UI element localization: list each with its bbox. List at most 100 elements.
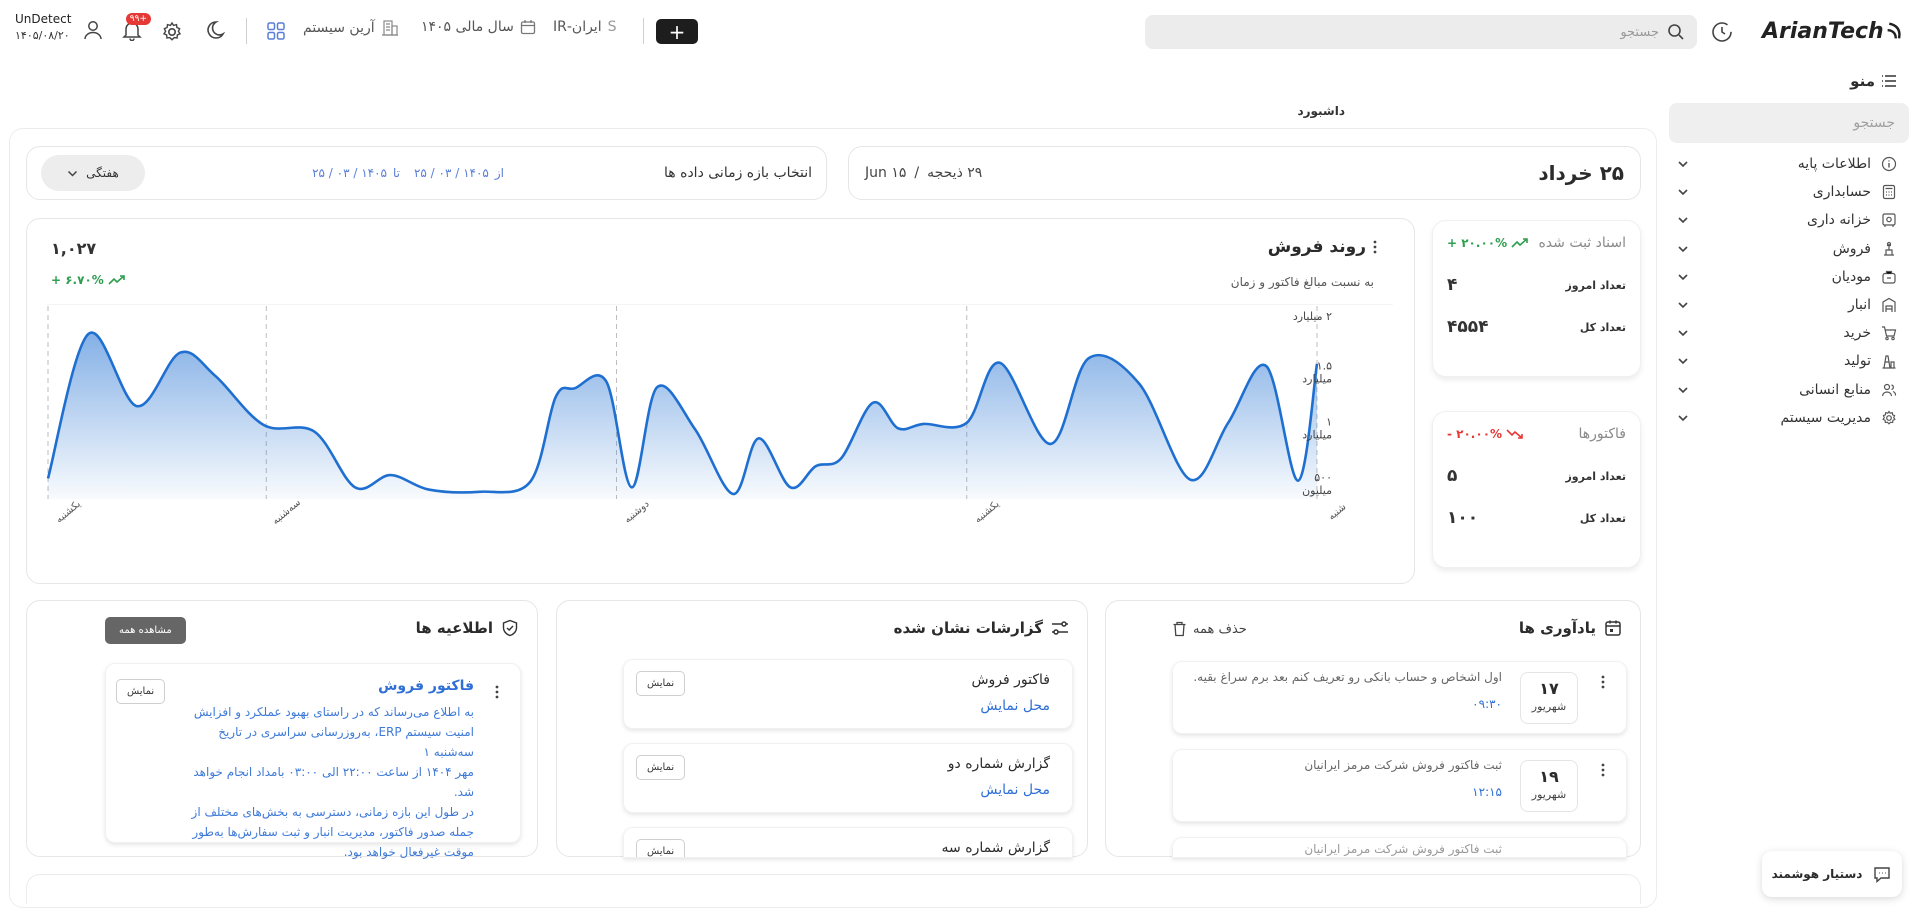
trend-up-icon <box>1511 238 1528 248</box>
reminder-text: اول اشخاص و حساب بانکی رو تعریف کنم بعد … <box>1193 670 1502 684</box>
sidebar-item-production[interactable]: تولید <box>1677 347 1897 375</box>
sidebar-search-input[interactable]: جستجو <box>1669 103 1909 143</box>
report-location-link[interactable]: محل نمایش <box>980 698 1050 714</box>
stat-trend: - ۲۰.۰۰% <box>1447 427 1524 441</box>
chevron-down-icon <box>1678 189 1688 196</box>
report-item[interactable]: فاکتور فروش محل نمایش نمایش <box>623 659 1073 729</box>
add-button[interactable]: + <box>656 19 698 44</box>
sidebar-item-taxpayers[interactable]: مودیان <box>1677 263 1897 291</box>
tax-icon <box>1882 270 1896 284</box>
stat-trend: + ۲۰.۰۰% <box>1447 236 1529 250</box>
smart-assistant-button[interactable]: دستیار هوشمند <box>1762 851 1902 897</box>
notification-count: +۹۹ <box>125 13 151 25</box>
alt-dates: ۲۹ ذیحجه / Jun ۱۵ <box>865 165 982 181</box>
chart-trend: + ۶.۷۰% <box>51 273 126 287</box>
chevron-down-icon <box>68 170 78 177</box>
apps-button[interactable] <box>266 21 286 41</box>
chevron-down-icon <box>1678 161 1688 168</box>
stat-card-documents[interactable]: اسناد ثبت شده + ۲۰.۰۰% تعداد امروز ۴ تعد… <box>1432 220 1641 377</box>
show-announcement-button[interactable]: نمایش <box>116 679 166 704</box>
hijri-date: ۲۹ ذیحجه <box>927 165 983 181</box>
stat-total-value: ۴۵۵۴ <box>1447 317 1489 337</box>
more-vertical-icon[interactable] <box>1372 239 1378 255</box>
chevron-down-icon <box>1678 330 1688 337</box>
y-tick-label: ۲ میلیارد <box>1293 310 1332 323</box>
y-tick-label: ۱.۵ میلیارد <box>1302 360 1332 386</box>
reminder-item[interactable]: ۱۷ شهریور اول اشخاص و حساب بانکی رو تعری… <box>1172 661 1627 734</box>
region-code: S <box>607 19 617 35</box>
announcements-card: اطلاعیه ها مشاهده همه فاکتور فروش نمایش … <box>26 600 538 859</box>
reminder-date: ۱۷ شهریور <box>1520 672 1578 724</box>
warehouse-icon <box>1882 297 1896 313</box>
region-selector[interactable]: S ایران-IR <box>553 19 616 35</box>
show-report-button[interactable]: نمایش <box>636 839 686 857</box>
history-button[interactable] <box>1710 20 1734 44</box>
sidebar-item-system-admin[interactable]: مدیریت سیستم <box>1677 404 1897 432</box>
more-vertical-icon[interactable] <box>1600 674 1606 690</box>
chevron-down-icon <box>1678 415 1688 421</box>
announcement-item[interactable]: فاکتور فروش نمایش به اطلاع می‌رساند که د… <box>105 663 521 859</box>
user-icon <box>84 21 102 40</box>
app-logo[interactable]: ArianTech <box>1762 14 1902 48</box>
report-name: گزارش شماره سه <box>941 840 1050 856</box>
y-tick-label: ۱ میلیارد <box>1302 415 1332 441</box>
sidebar-item-treasury[interactable]: خزانه داری <box>1677 206 1897 234</box>
reminder-time: ۰۹:۳۰ <box>1472 697 1502 711</box>
top-search-input[interactable]: جستجو <box>1145 15 1697 49</box>
sidebar-item-hr[interactable]: منابع انسانی <box>1677 376 1897 404</box>
calculator-icon <box>1882 185 1896 200</box>
breadcrumb[interactable]: داشبورد <box>1297 104 1345 118</box>
company-selector[interactable]: آرین سیستم <box>303 19 399 37</box>
divider <box>643 18 644 44</box>
range-from-label: از <box>494 166 505 180</box>
view-all-button[interactable]: مشاهده همه <box>105 617 186 644</box>
sales-icon <box>1884 241 1894 256</box>
report-item[interactable]: گزارش شماره دو محل نمایش نمایش <box>623 743 1073 813</box>
date-range-card: انتخاب بازه زمانی داده ها از ۲۵ / ۰۳ / ۱… <box>26 146 827 200</box>
cart-icon <box>1882 326 1897 341</box>
factory-icon <box>1882 355 1896 370</box>
range-values[interactable]: از ۲۵ / ۰۳ / ۱۴۰۵ تا ۲۵ / ۰۳ / ۱۴۰۵ <box>312 166 504 180</box>
profile-button[interactable] <box>82 19 104 41</box>
reminder-item[interactable]: ثبت فاکتور فروش شرکت مرمز ایرانیان <box>1172 837 1627 858</box>
sales-trend-chart[interactable]: ۲ میلیارد۱.۵ میلیارد۱ میلیارد۵۰۰ میلیونیکشن… <box>27 304 1416 584</box>
stat-card-invoices[interactable]: فاکتورها - ۲۰.۰۰% تعداد امروز ۵ تعداد کل… <box>1432 411 1641 568</box>
notifications-button[interactable]: +۹۹ <box>121 13 151 41</box>
date-card: ۲۵ خرداد ۲۹ ذیحجه / Jun ۱۵ <box>848 146 1641 200</box>
sidebar-menu: اطلاعات پایه حسابداری خزانه داری فروش مو… <box>1677 150 1897 432</box>
sidebar-item-warehouse[interactable]: انبار <box>1677 291 1897 319</box>
period-dropdown[interactable]: هفتگی <box>41 155 145 191</box>
report-location-link[interactable]: محل نمایش <box>980 782 1050 798</box>
announcements-header: اطلاعیه ها <box>416 619 519 637</box>
clear-all-button[interactable]: حذف همه <box>1172 621 1247 637</box>
report-item[interactable]: گزارش شماره سه نمایش <box>623 827 1073 858</box>
reminder-time: ۱۲:۱۵ <box>1472 785 1502 799</box>
show-report-button[interactable]: نمایش <box>636 755 686 780</box>
chevron-down-icon <box>1678 302 1688 309</box>
company-label: آرین سیستم <box>303 20 375 36</box>
sidebar-item-sales[interactable]: فروش <box>1677 235 1897 263</box>
stat-total-label: تعداد کل <box>1579 511 1626 525</box>
sidebar-item-base-info[interactable]: اطلاعات پایه <box>1677 150 1897 178</box>
sidebar-item-accounting[interactable]: حسابداری <box>1677 178 1897 206</box>
sidebar-item-purchase[interactable]: خرید <box>1677 319 1897 347</box>
more-vertical-icon[interactable] <box>1600 762 1606 778</box>
date-separator: / <box>914 165 920 181</box>
reminder-item[interactable]: ۱۹ شهریور ثبت فاکتور فروش شرکت مرمز ایرا… <box>1172 749 1627 822</box>
user-name: UnDetect <box>15 12 72 26</box>
sliders-icon <box>1052 621 1068 635</box>
report-name: فاکتور فروش <box>971 672 1050 688</box>
show-report-button[interactable]: نمایش <box>636 671 686 696</box>
building-icon <box>381 20 398 36</box>
region-label: ایران-IR <box>553 19 602 35</box>
menu-header[interactable]: منو <box>1850 72 1897 90</box>
fiscal-year-selector[interactable]: سال مالی ۱۴۰۵ <box>421 19 536 35</box>
chart-area-fill <box>48 332 1317 499</box>
theme-toggle[interactable] <box>207 19 229 41</box>
range-to-label: تا <box>392 166 400 180</box>
chevron-down-icon <box>1678 246 1688 252</box>
settings-button[interactable] <box>161 21 183 43</box>
reports-header: گزارشات نشان شده <box>894 619 1069 637</box>
divider <box>246 18 247 44</box>
more-vertical-icon[interactable] <box>494 684 500 700</box>
